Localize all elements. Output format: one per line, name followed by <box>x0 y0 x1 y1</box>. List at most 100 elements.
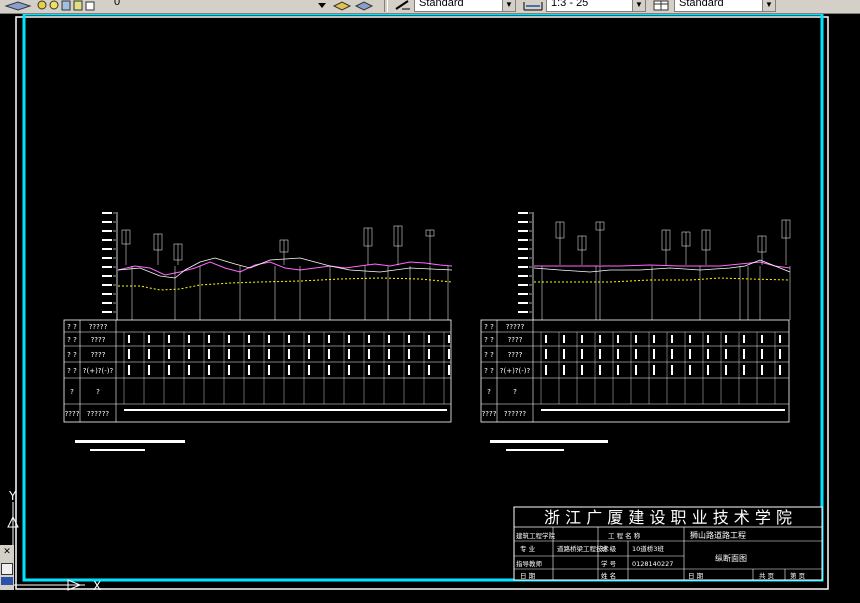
ground-line <box>534 261 791 269</box>
cell-value <box>761 365 763 375</box>
table-row-label: ? ? <box>484 351 494 359</box>
cell-value <box>689 335 691 343</box>
drawing-border <box>22 14 824 582</box>
cell-value <box>148 365 150 375</box>
water-line <box>118 277 453 291</box>
cell-value <box>408 349 410 359</box>
drawing-canvas[interactable]: ? ?? ?? ?? ????????????????????(+)?(-)??… <box>0 14 860 603</box>
major-label: 专 业 <box>520 544 536 553</box>
cell-value <box>228 365 230 375</box>
text-style-combo[interactable]: Standard ▼ <box>414 0 516 12</box>
cell-value <box>388 349 390 359</box>
elevation-tick <box>102 239 112 241</box>
cell-value <box>428 335 430 343</box>
table-row-title: ? <box>513 388 517 396</box>
elevation-tick <box>102 221 112 223</box>
cell-value <box>743 349 745 359</box>
note-line <box>506 449 564 451</box>
note-line <box>75 440 185 443</box>
cell-value <box>599 335 601 343</box>
cell-value <box>635 349 637 359</box>
palette-icon[interactable] <box>1 577 13 585</box>
elevation-tick <box>518 293 528 295</box>
elevation-tick-labels <box>102 212 116 313</box>
cell-value <box>689 365 691 375</box>
cell-value <box>228 349 230 359</box>
elevation-tick <box>518 302 528 304</box>
cell-value <box>779 335 781 343</box>
elevation-tick-labels <box>518 212 532 313</box>
layer-value: 0 <box>114 0 121 8</box>
station-lines <box>541 266 791 320</box>
cell-value <box>761 349 763 359</box>
outer-frame <box>15 16 829 590</box>
chevron-down-icon[interactable] <box>316 0 328 11</box>
project-label: 工 程 名 称 <box>608 531 641 540</box>
cell-value <box>671 335 673 343</box>
chevron-down-icon[interactable]: ▼ <box>632 0 645 11</box>
window-icon[interactable] <box>1 563 13 575</box>
layer-state-icons[interactable] <box>36 0 100 11</box>
floating-tool-palette[interactable]: ✕ <box>0 545 14 590</box>
layer-combo[interactable]: 0 <box>112 0 328 12</box>
cell-value <box>128 349 130 359</box>
table-row-label: ? ? <box>67 336 77 344</box>
cell-value <box>248 365 250 375</box>
cell-value <box>168 335 170 343</box>
text-style-value: Standard <box>419 0 464 9</box>
cell-value <box>671 349 673 359</box>
profile-view-left: ? ?? ?? ?? ????????????????????(+)?(-)??… <box>63 212 453 451</box>
dim-scale-value: 1:3 - 25 <box>551 0 589 9</box>
table-style-value: Standard <box>679 0 724 9</box>
cell-value <box>689 349 691 359</box>
dept-label: 建筑工程学院 <box>516 531 556 540</box>
table-row-title: ?(+)?(-)? <box>500 367 531 375</box>
ucs-y-label: Y <box>8 489 17 503</box>
layer-previous-icon[interactable] <box>332 0 378 11</box>
cell-value <box>228 335 230 343</box>
table-row-label: ? ? <box>484 336 494 344</box>
cell-value <box>448 335 450 343</box>
cell-value <box>288 365 290 375</box>
elevation-tick <box>518 221 528 223</box>
cell-value <box>563 349 565 359</box>
elevation-tick <box>102 212 112 214</box>
cell-value <box>188 349 190 359</box>
dimension-style-icon[interactable] <box>522 0 544 11</box>
dim-scale-combo[interactable]: 1:3 - 25 ▼ <box>546 0 646 12</box>
cell-value <box>448 365 450 375</box>
page-label: 第 页 <box>790 571 806 580</box>
ground-line <box>117 261 453 276</box>
layer-manager-icon[interactable] <box>4 0 34 11</box>
cell-value <box>448 349 450 359</box>
cell-value <box>288 335 290 343</box>
water-line <box>534 277 791 283</box>
elevation-tick <box>518 239 528 241</box>
cell-value <box>348 335 350 343</box>
cell-value <box>428 349 430 359</box>
chevron-down-icon[interactable]: ▼ <box>502 0 515 11</box>
cell-value <box>288 349 290 359</box>
cell-value <box>208 349 210 359</box>
table-style-combo[interactable]: Standard ▼ <box>674 0 776 12</box>
cell-value <box>428 365 430 375</box>
cell-value <box>725 365 727 375</box>
text-style-icon[interactable] <box>394 0 412 11</box>
note-line <box>90 449 145 451</box>
profile-table <box>63 319 452 423</box>
cell-value <box>617 349 619 359</box>
chainage-bar <box>541 409 785 411</box>
table-row-title: ?(+)?(-)? <box>83 367 114 375</box>
close-icon[interactable]: ✕ <box>2 547 12 557</box>
table-row-title: ?????? <box>87 410 110 418</box>
cell-value <box>328 365 330 375</box>
cell-value <box>348 365 350 375</box>
cell-value <box>408 335 410 343</box>
cell-value <box>368 365 370 375</box>
class-label: 班 级 <box>601 544 617 553</box>
cell-value <box>388 335 390 343</box>
chevron-down-icon[interactable]: ▼ <box>762 0 775 11</box>
cell-value <box>368 335 370 343</box>
table-style-icon[interactable] <box>652 0 672 11</box>
table-row-label: ???? <box>482 410 497 418</box>
